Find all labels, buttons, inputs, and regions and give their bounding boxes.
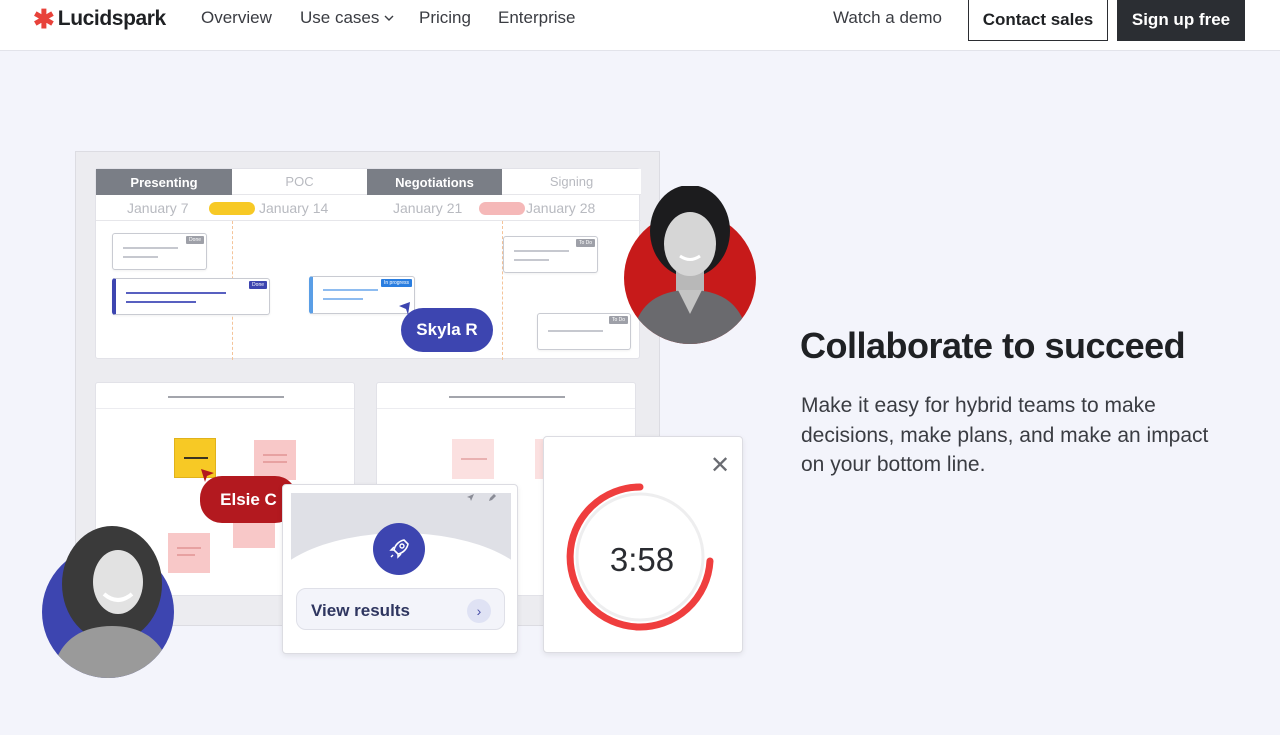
status-badge: To Do xyxy=(575,239,595,247)
cursor-label-skyla: Skyla R xyxy=(401,308,493,352)
task-card: Done xyxy=(112,278,270,315)
timer-widget: ✕ 3:58 xyxy=(543,436,743,653)
task-card: To Do xyxy=(503,236,598,273)
asterisk-logo-icon: ✱ xyxy=(33,4,55,34)
timer-value: 3:58 xyxy=(609,541,675,578)
lucidspark-logo[interactable]: ✱ Lucidspark xyxy=(33,6,166,32)
chevron-down-icon xyxy=(384,15,394,21)
hero-headline: Collaborate to succeed xyxy=(800,325,1186,366)
date-label: January 21 xyxy=(393,200,463,216)
contact-sales-button[interactable]: Contact sales xyxy=(968,0,1108,41)
avatar-woman-left xyxy=(42,524,176,678)
sign-up-button[interactable]: Sign up free xyxy=(1117,0,1245,41)
view-results-label: View results xyxy=(311,601,410,620)
phase-presenting: Presenting xyxy=(96,169,232,195)
status-badge: Done xyxy=(186,236,204,244)
status-badge: Done xyxy=(249,281,267,289)
date-label: January 7 xyxy=(127,200,189,216)
milestone-marker xyxy=(479,202,525,215)
edit-icon[interactable] xyxy=(488,493,497,502)
top-nav: ✱ Lucidspark Overview Use cases Pricing … xyxy=(0,0,1280,51)
status-badge: In progress xyxy=(380,279,412,287)
phase-poc: POC xyxy=(232,169,367,195)
date-label: January 14 xyxy=(259,200,329,216)
date-label: January 28 xyxy=(526,200,596,216)
task-card: To Do xyxy=(537,313,631,350)
milestone-marker xyxy=(209,202,255,215)
close-icon[interactable]: ✕ xyxy=(710,454,730,478)
nav-pricing[interactable]: Pricing xyxy=(419,8,471,28)
view-results-button[interactable]: View results › xyxy=(296,588,505,630)
chevron-right-icon: › xyxy=(467,599,491,623)
nav-overview[interactable]: Overview xyxy=(201,8,272,28)
nav-enterprise[interactable]: Enterprise xyxy=(498,8,575,28)
date-row: January 7 January 14 January 21 January … xyxy=(96,195,641,221)
logo-text: Lucidspark xyxy=(57,7,166,30)
watch-demo-link[interactable]: Watch a demo xyxy=(833,8,942,28)
sticky-note xyxy=(254,440,296,480)
rocket-icon xyxy=(373,523,425,575)
timeline-board: Presenting POC Negotiations Signing Janu… xyxy=(95,168,641,360)
send-icon[interactable] xyxy=(466,493,475,502)
hero-body: Make it easy for hybrid teams to make de… xyxy=(801,394,1209,476)
sticky-note xyxy=(452,439,494,479)
task-card: Done xyxy=(112,233,207,270)
nav-use-cases[interactable]: Use cases xyxy=(300,8,394,28)
survey-results-card: View results › xyxy=(282,484,518,654)
avatar-woman-right xyxy=(624,186,757,344)
phase-negotiations: Negotiations xyxy=(367,169,502,195)
phase-signing: Signing xyxy=(502,169,641,195)
